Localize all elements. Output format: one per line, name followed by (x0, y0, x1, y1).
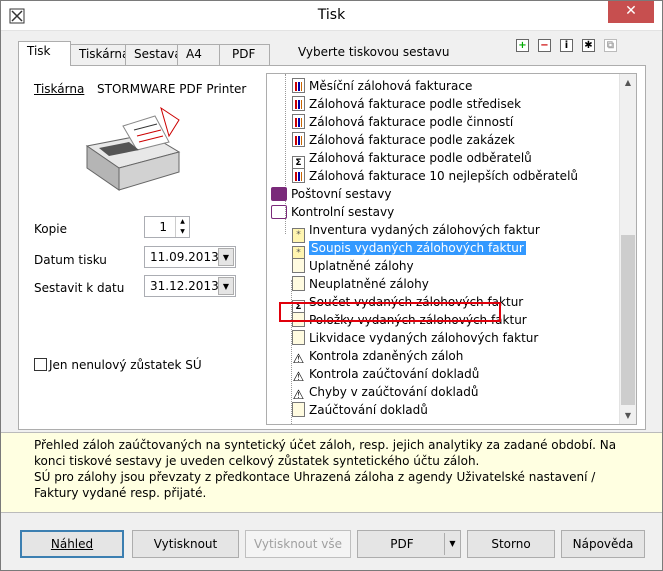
stepper-up-icon[interactable]: ▲ (176, 217, 189, 227)
tree-item-label: Zálohová fakturace podle středisek (309, 97, 522, 111)
chart-icon (292, 114, 305, 129)
cancel-button[interactable]: Storno (467, 530, 555, 558)
add-icon[interactable]: + (516, 39, 529, 52)
tree-item[interactable]: Neuplatněné zálohy (292, 276, 429, 294)
tree-item-label: Zaúčtování dokladů (309, 403, 428, 417)
description-text: Přehled záloh zaúčtovaných na syntetický… (34, 438, 617, 468)
tree-item[interactable]: Likvidace vydaných zálohových faktur (292, 330, 538, 348)
tree-item[interactable]: Měsíční zálohová fakturace (292, 78, 472, 96)
description-text-2: SÚ pro zálohy jsou převzaty z předkontac… (34, 470, 596, 500)
chevron-down-icon[interactable]: ▼ (218, 277, 234, 295)
document-icon (292, 402, 305, 417)
tree-item[interactable]: Zálohová fakturace 10 nejlepších odběrat… (292, 168, 578, 186)
document-icon (292, 258, 305, 273)
stepper-down-icon[interactable]: ▼ (176, 227, 189, 237)
tab-tiskarna[interactable]: Tiskárna (70, 44, 129, 65)
chart-icon (292, 78, 305, 93)
tree-item-label: Poštovní sestavy (291, 187, 392, 201)
printer-name: STORMWARE PDF Printer (97, 82, 247, 96)
tree-item-label: Zálohová fakturace podle činností (309, 115, 514, 129)
tree-scrollbar[interactable]: ▲ ▼ (619, 74, 636, 424)
copies-label: Kopie (34, 222, 67, 236)
tree-item[interactable]: ⚠ Kontrola zdaněných záloh (292, 348, 464, 366)
chevron-down-icon[interactable]: ▼ (218, 248, 234, 266)
close-button[interactable]: ✕ (608, 1, 654, 23)
title-bar: Tisk ✕ (1, 1, 662, 31)
settings-icon[interactable]: ✱ (582, 39, 595, 52)
copies-value: 1 (159, 220, 167, 234)
tree-item[interactable]: Zálohová fakturace podle činností (292, 114, 513, 132)
tab-a4[interactable]: A4 (177, 44, 220, 65)
print-date-field[interactable]: 11.09.2013 ▼ (144, 246, 236, 268)
tree-item-label: Uplatněné zálohy (309, 259, 414, 273)
tree-item[interactable]: Poštovní sestavy (271, 186, 391, 204)
scroll-up-icon[interactable]: ▲ (620, 74, 636, 91)
tab-pdf[interactable]: PDF (219, 44, 270, 65)
chart-icon (292, 96, 305, 111)
document-icon (292, 330, 305, 345)
as-of-date-field[interactable]: 31.12.2013 ▼ (144, 275, 236, 297)
chart-icon (292, 132, 305, 147)
printer-link[interactable]: Tiskárna (34, 82, 84, 96)
selection-highlight-frame (279, 302, 501, 322)
copy-icon: ⧉ (604, 39, 617, 52)
checkbox-box[interactable] (34, 358, 47, 371)
report-tree[interactable]: Měsíční zálohová fakturace Zálohová faktu… (266, 73, 637, 425)
stepper-arrows[interactable]: ▲ ▼ (175, 217, 189, 237)
tab-tisk[interactable]: Tisk (18, 41, 71, 66)
tree-item-label: Kontrolní sestavy (291, 205, 395, 219)
tree-item[interactable]: ⚠ Chyby v zaúčtování dokladů (292, 384, 479, 402)
copies-stepper[interactable]: 1 ▲ ▼ (144, 216, 190, 238)
window-title: Tisk (317, 7, 346, 23)
help-button[interactable]: Nápověda (561, 530, 645, 558)
open-book-icon (271, 205, 287, 219)
tree-item-label: Zálohová fakturace podle odběratelů (309, 151, 532, 165)
tree-item[interactable]: * Soupis vydaných zálohových faktur (292, 240, 526, 261)
tree-item[interactable]: * Inventura vydaných zálohových faktur (292, 222, 540, 243)
print-panel: Tiskárna STORMWARE PDF Printer Kopie 1 ▲… (18, 65, 646, 430)
toolbar-label: Vyberte tiskovou sestavu (298, 45, 450, 59)
report-description: Přehled záloh zaúčtovaných na syntetický… (1, 432, 662, 513)
nonzero-balance-checkbox[interactable]: Jen nenulový zůstatek SÚ (34, 358, 202, 372)
scroll-down-icon[interactable]: ▼ (620, 407, 636, 424)
tree-item[interactable]: Zaúčtování dokladů (292, 402, 428, 420)
tree-item-label: Zálohová fakturace podle zakázek (309, 133, 515, 147)
tree-item-label: Kontrola zaúčtování dokladů (309, 367, 480, 381)
tree-item-label: Chyby v zaúčtování dokladů (309, 385, 479, 399)
remove-icon[interactable]: − (538, 39, 551, 52)
chevron-down-icon[interactable]: ▼ (444, 533, 460, 555)
info-icon[interactable]: i (560, 39, 573, 52)
tree-item-label: Inventura vydaných zálohových faktur (309, 223, 540, 237)
tree-item[interactable]: Kontrolní sestavy (271, 204, 394, 222)
tree-item[interactable]: Zálohová fakturace podle středisek (292, 96, 521, 114)
tree-item-label: Zálohová fakturace 10 nejlepších odběrat… (309, 169, 579, 183)
tree-item[interactable]: Zálohová fakturace podle zakázek (292, 132, 515, 150)
tree-item[interactable]: Uplatněné zálohy (292, 258, 414, 276)
print-dialog: Tisk ✕ Tisk Tiskárna Sestava A4 PDF Vybe… (0, 0, 663, 571)
printer-icon (85, 106, 181, 191)
tab-sestava[interactable]: Sestava (125, 44, 182, 65)
print-date-label: Datum tisku (34, 253, 107, 267)
preview-button[interactable]: Náhled (20, 530, 124, 558)
as-of-date-label: Sestavit k datu (34, 281, 125, 295)
book-icon (271, 187, 287, 201)
scroll-thumb[interactable] (621, 235, 635, 405)
tree-item[interactable]: Σ Zálohová fakturace podle odběratelů (292, 150, 532, 171)
print-all-button: Vytisknout vše (245, 530, 351, 558)
chart-icon (292, 168, 305, 183)
tree-item-label: Likvidace vydaných zálohových faktur (309, 331, 539, 345)
as-of-date-value: 31.12.2013 (150, 279, 219, 293)
tree-item-label: Kontrola zdaněných záloh (309, 349, 464, 363)
document-icon (292, 276, 305, 291)
print-button[interactable]: Vytisknout (132, 530, 239, 558)
pdf-button[interactable]: PDF ▼ (357, 530, 461, 558)
nonzero-balance-label: Jen nenulový zůstatek SÚ (49, 358, 202, 372)
tree-item-label: Měsíční zálohová fakturace (309, 79, 473, 93)
tree-item-label: Soupis vydaných zálohových faktur (309, 241, 526, 255)
tree-item[interactable]: ⚠ Kontrola zaúčtování dokladů (292, 366, 480, 384)
print-date-value: 11.09.2013 (150, 250, 219, 264)
tree-item-label: Neuplatněné zálohy (309, 277, 429, 291)
